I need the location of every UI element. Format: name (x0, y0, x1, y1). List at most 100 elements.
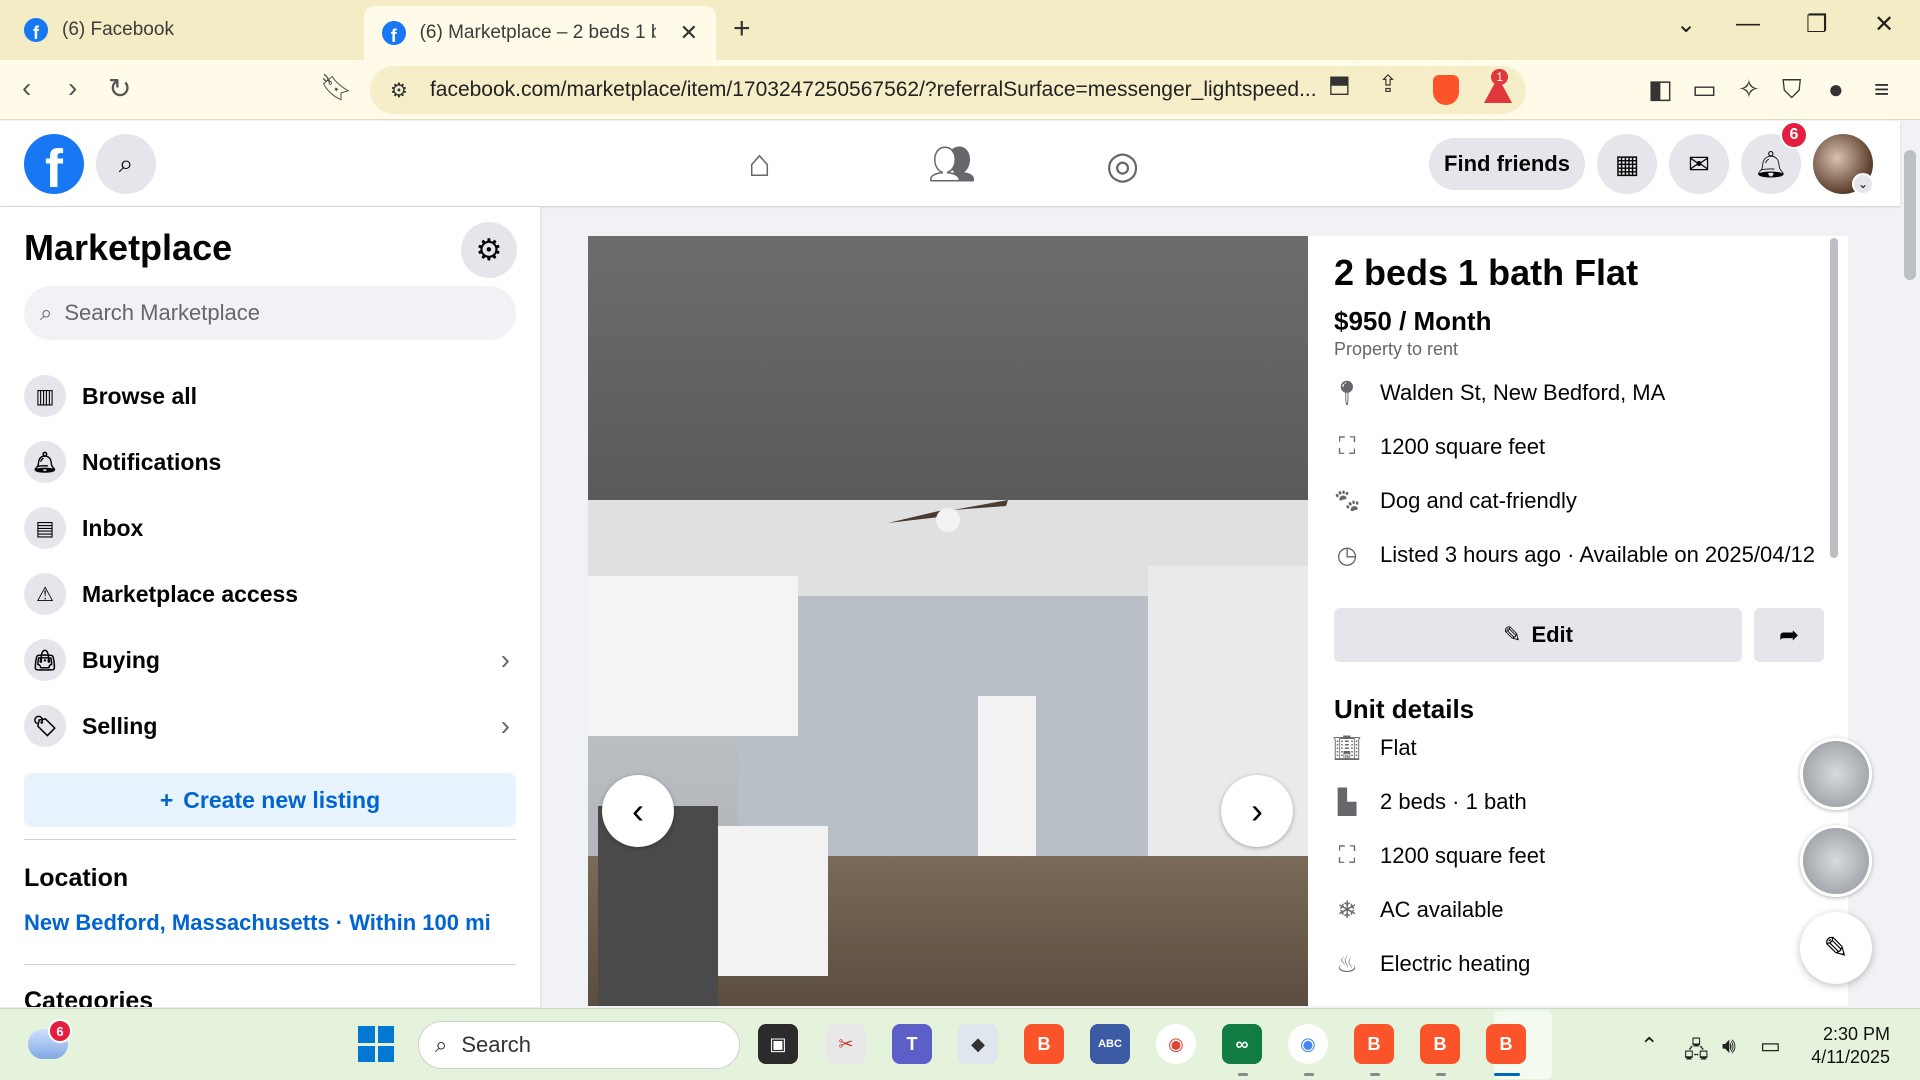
taskbar-search-box[interactable]: ⌕ Search (418, 1021, 740, 1069)
browser-tab-marketplace[interactable]: f (6) Marketplace – 2 beds 1 bath ✕ (364, 6, 716, 60)
extension-icon[interactable]: ● (1828, 74, 1844, 105)
windows-taskbar: 6 ⌕ Search ▣ ✂ T ◆ B ABC ◉ ∞ ◉ B B B ⌃ 🖧… (0, 1008, 1920, 1080)
sidebar-item-buying[interactable]: 👜︎ Buying › (24, 631, 516, 689)
close-window-button[interactable]: ✕ (1874, 10, 1894, 39)
back-button[interactable]: ‹ (22, 72, 31, 104)
marketplace-search-input[interactable]: ⌕ Search Marketplace (24, 286, 516, 340)
chat-head-thumbnail[interactable] (1800, 738, 1872, 810)
warning-icon: ⚠ (24, 573, 66, 615)
facebook-logo-icon[interactable]: f (24, 134, 84, 194)
brave-taskbar-icon[interactable]: B (1486, 1024, 1526, 1064)
bookmark-icon[interactable]: 🔖︎ (320, 72, 353, 103)
account-chevron-icon[interactable]: ⌄ (1852, 173, 1874, 195)
reload-button[interactable]: ↻ (108, 72, 131, 105)
taskbar-clock[interactable]: 2:30 PM 4/11/2025 (1800, 1023, 1890, 1070)
minimize-button[interactable]: — (1736, 10, 1760, 38)
sidebar-item-label: Marketplace access (82, 580, 299, 607)
fact-text: Listed 3 hours ago · Available on 2025/0… (1380, 542, 1816, 567)
snipping-tool-icon[interactable]: ✂ (826, 1024, 866, 1064)
brave-taskbar-icon[interactable]: B (1354, 1024, 1394, 1064)
divider (24, 964, 516, 965)
unit-details-heading: Unit details (1334, 694, 1475, 724)
marketplace-sidebar: Marketplace ⚙ ⌕ Search Marketplace ▥ Bro… (0, 207, 540, 1007)
listing-photo[interactable]: ‹ › (588, 236, 1308, 1006)
edit-listing-button[interactable]: ✎ Edit (1334, 608, 1742, 662)
messenger-icon[interactable]: ✉ (1669, 134, 1729, 194)
details-scrollbar[interactable] (1830, 238, 1838, 558)
forward-button[interactable]: › (68, 72, 77, 104)
unit-detail-text: Flat (1380, 735, 1417, 760)
chrome-icon[interactable]: ◉ (1288, 1024, 1328, 1064)
show-hidden-icons-chevron-icon[interactable]: ⌃ (1640, 1033, 1658, 1059)
new-message-compose-icon[interactable]: ✎ (1800, 912, 1872, 984)
chrome-icon[interactable]: ◉ (1156, 1024, 1196, 1064)
close-tab-icon[interactable]: ✕ (680, 20, 698, 46)
listing-type: Property to rent (1334, 339, 1459, 359)
brave-taskbar-icon[interactable]: B (1420, 1024, 1460, 1064)
app-icon[interactable]: ∞ (1222, 1024, 1262, 1064)
inbox-icon: ▤ (24, 507, 66, 549)
battery-icon[interactable]: ▭ (1760, 1033, 1781, 1059)
unit-detail-ac: ❄ AC available (1332, 895, 1504, 925)
next-photo-button[interactable]: › (1221, 775, 1293, 847)
brave-taskbar-icon[interactable]: B (1024, 1024, 1064, 1064)
app-icon[interactable]: ◆ (958, 1024, 998, 1064)
location-pin-icon: 📍︎ (1331, 379, 1363, 407)
search-icon[interactable]: ⌕ (96, 134, 156, 194)
divider (24, 839, 516, 840)
new-tab-button[interactable]: + (733, 12, 751, 46)
tab-search-chevron-icon[interactable]: ⌄ (1676, 10, 1696, 39)
share-listing-button[interactable]: ➦ (1754, 608, 1824, 662)
wallet-icon[interactable]: ▭ (1692, 74, 1717, 105)
groups-icon[interactable]: ◎ (1106, 143, 1139, 188)
chat-head-thumbnail[interactable] (1800, 825, 1872, 897)
weather-badge: 6 (48, 1019, 72, 1043)
heat-icon: ♨ (1336, 950, 1358, 978)
sidebar-item-notifications[interactable]: 🔔︎ Notifications (24, 433, 516, 491)
menu-grid-icon[interactable]: ▦ (1597, 134, 1657, 194)
windows-start-icon[interactable] (358, 1026, 394, 1062)
network-icon[interactable]: 🖧︎ (1684, 1033, 1709, 1071)
fact-text: 1200 square feet (1380, 434, 1546, 459)
home-icon[interactable]: ⌂ (748, 143, 771, 186)
taskbar-search-label: Search (461, 1032, 532, 1057)
friends-icon[interactable]: 👥︎ (928, 143, 976, 187)
sidebar-item-label: Selling (82, 712, 158, 739)
page-scrollbar-thumb[interactable] (1904, 150, 1916, 280)
sidebar-item-label: Buying (82, 646, 160, 673)
install-app-icon[interactable]: ⬒ (1328, 70, 1351, 99)
sidebar-item-browse-all[interactable]: ▥ Browse all (24, 367, 516, 425)
brave-rewards-icon[interactable]: 1 (1484, 69, 1512, 103)
share-arrow-icon: ➦ (1778, 621, 1800, 649)
previous-photo-button[interactable]: ‹ (602, 775, 674, 847)
facebook-favicon-icon: f (24, 18, 48, 42)
url-text[interactable]: facebook.com/marketplace/item/1703247250… (430, 78, 1320, 102)
unit-detail-rooms: ▙ 2 beds · 1 bath (1332, 787, 1527, 817)
edit-label: Edit (1531, 622, 1573, 647)
location-link[interactable]: New Bedford, Massachusetts · Within 100 … (24, 910, 491, 936)
vpn-icon[interactable]: ⛉ (1782, 74, 1802, 106)
share-page-icon[interactable]: ⇪ (1378, 70, 1398, 99)
teams-icon[interactable]: T (892, 1024, 932, 1064)
sidebar-item-marketplace-access[interactable]: ⚠ Marketplace access (24, 565, 516, 623)
leo-ai-icon[interactable]: ✧ (1738, 74, 1760, 105)
chevron-right-icon: › (500, 644, 510, 675)
address-bar[interactable]: ⚙ facebook.com/marketplace/item/17032472… (370, 66, 1526, 114)
volume-icon[interactable]: 🔊︎ (1722, 1033, 1736, 1059)
proxy-app-icon[interactable]: ABC (1090, 1024, 1130, 1064)
restore-button[interactable]: ❐ (1806, 10, 1828, 39)
settings-gear-icon[interactable]: ⚙ (461, 222, 517, 278)
sidebar-item-inbox[interactable]: ▤ Inbox (24, 499, 516, 557)
site-settings-icon[interactable]: ⚙ (390, 78, 408, 103)
brave-shields-icon[interactable] (1433, 75, 1459, 105)
notification-count-badge: 6 (1780, 121, 1808, 149)
create-new-listing-button[interactable]: + Create new listing (24, 773, 516, 827)
task-view-icon[interactable]: ▣ (758, 1024, 798, 1064)
unit-detail-text: 1200 square feet (1380, 843, 1546, 868)
sidebar-item-selling[interactable]: 🏷︎ Selling › (24, 697, 516, 755)
sidebar-toggle-icon[interactable]: ◧ (1648, 74, 1673, 105)
browser-tab-facebook[interactable]: f (6) Facebook (6, 6, 356, 54)
menu-icon[interactable]: ≡ (1874, 74, 1889, 105)
find-friends-button[interactable]: Find friends (1429, 138, 1585, 190)
photo-blurred-top (588, 236, 1308, 500)
